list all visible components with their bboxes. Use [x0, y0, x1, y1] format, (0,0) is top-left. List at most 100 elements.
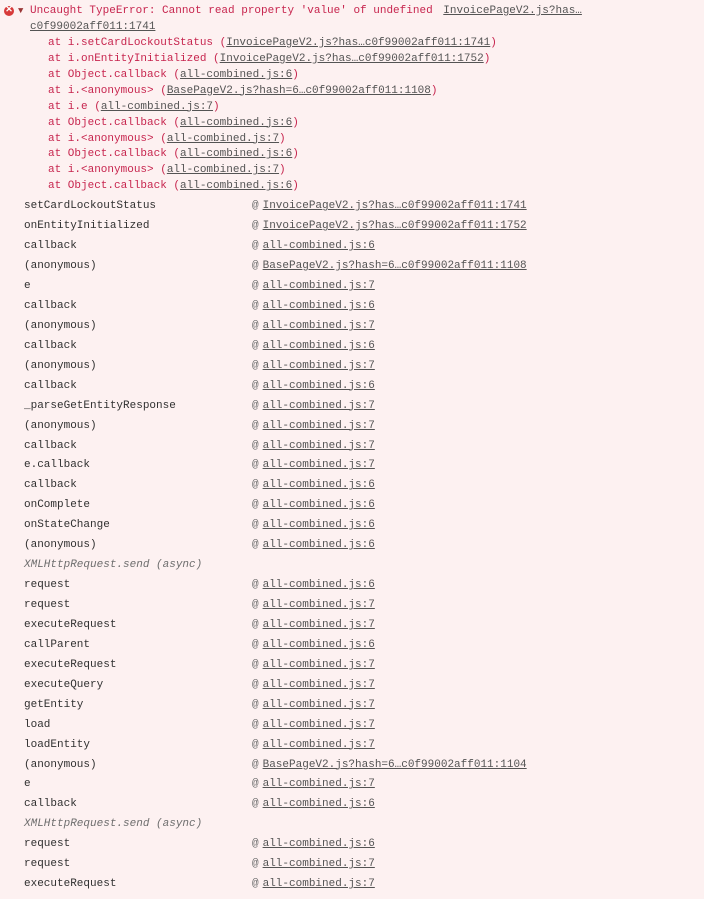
source-link[interactable]: all-combined.js:7 — [263, 679, 375, 691]
at-symbol: @ — [252, 479, 259, 491]
source-link[interactable]: InvoicePageV2.js?has…c0f99002aff011:1741 — [263, 200, 527, 212]
stack-frame-location: @all-combined.js:6 — [252, 518, 375, 534]
inline-stack-suffix: ) — [292, 180, 299, 192]
inline-stack-line: at i.<anonymous> (all-combined.js:7) — [48, 132, 700, 148]
source-link[interactable]: all-combined.js:6 — [263, 579, 375, 591]
source-link[interactable]: all-combined.js:7 — [263, 619, 375, 631]
source-link[interactable]: all-combined.js:7 — [263, 659, 375, 671]
source-link[interactable]: all-combined.js:6 — [263, 240, 375, 252]
source-link[interactable]: all-combined.js:7 — [263, 360, 375, 372]
source-link[interactable]: all-combined.js:7 — [263, 400, 375, 412]
stack-frame-row: onComplete@all-combined.js:6 — [24, 496, 700, 516]
source-link[interactable]: all-combined.js:7 — [101, 101, 213, 113]
stack-frame-row: onEntityInitialized@InvoicePageV2.js?has… — [24, 217, 700, 237]
inline-stack-trace: at i.setCardLockoutStatus (InvoicePageV2… — [48, 36, 700, 195]
stack-frame-row: request@all-combined.js:7 — [24, 596, 700, 616]
collapse-toggle[interactable]: ▼ — [18, 5, 26, 18]
source-link[interactable]: BasePageV2.js?hash=6…c0f99002aff011:1108 — [167, 85, 431, 97]
stack-frame-location: @all-combined.js:7 — [252, 718, 375, 734]
at-symbol: @ — [252, 579, 259, 591]
source-link[interactable]: all-combined.js:6 — [263, 838, 375, 850]
source-link[interactable]: all-combined.js:6 — [263, 639, 375, 651]
source-link[interactable]: all-combined.js:7 — [263, 459, 375, 471]
stack-frame-location: @ all-combined.js:7 — [252, 877, 375, 893]
source-link[interactable]: BasePageV2.js?hash=6…c0f99002aff011:1108 — [263, 260, 527, 272]
source-link[interactable]: all-combined.js:7 — [263, 878, 375, 890]
source-link[interactable]: BasePageV2.js?hash=6…c0f99002aff011:1104 — [263, 759, 527, 771]
stack-frame-location: @ all-combined.js:7 — [252, 319, 375, 335]
source-link[interactable]: all-combined.js:7 — [167, 164, 279, 176]
source-link[interactable]: all-combined.js:7 — [263, 320, 375, 332]
at-symbol: @ — [252, 858, 259, 870]
at-symbol: @ — [252, 798, 259, 810]
at-symbol: @ — [252, 878, 259, 890]
stack-frame-row: (anonymous)@BasePageV2.js?hash=6…c0f9900… — [24, 756, 700, 776]
stack-frame-row: setCardLockoutStatus@InvoicePageV2.js?ha… — [24, 197, 700, 217]
at-symbol: @ — [252, 699, 259, 711]
stack-frame-location: @ all-combined.js:6 — [252, 638, 375, 654]
inline-stack-prefix: at i.<anonymous> ( — [48, 164, 167, 176]
stack-frame-row: _parseGetEntityResponse@all-combined.js:… — [24, 397, 700, 417]
inline-stack-prefix: at i.onEntityInitialized ( — [48, 53, 220, 65]
source-link[interactable]: all-combined.js:6 — [263, 798, 375, 810]
source-link[interactable]: all-combined.js:6 — [263, 539, 375, 551]
source-link[interactable]: all-combined.js:7 — [263, 599, 375, 611]
source-link[interactable]: all-combined.js:6 — [263, 380, 375, 392]
source-link[interactable]: all-combined.js:7 — [263, 280, 375, 292]
source-link[interactable]: all-combined.js:6 — [180, 148, 292, 160]
source-link[interactable]: all-combined.js:6 — [180, 180, 292, 192]
stack-frame-location: @ all-combined.js:6 — [252, 578, 375, 594]
source-link[interactable]: all-combined.js:7 — [263, 420, 375, 432]
stack-frame-row: getEntity@all-combined.js:7 — [24, 696, 700, 716]
stack-frame-location: @all-combined.js:7 — [252, 658, 375, 674]
inline-stack-suffix: ) — [279, 133, 286, 145]
source-link[interactable]: all-combined.js:6 — [263, 519, 375, 531]
source-link[interactable]: all-combined.js:6 — [263, 479, 375, 491]
stack-frame-function: _parseGetEntityResponse — [24, 399, 252, 415]
source-link[interactable]: all-combined.js:7 — [263, 699, 375, 711]
inline-stack-prefix: at i.e ( — [48, 101, 101, 113]
error-header: ✕ ▼ Uncaught TypeError: Cannot read prop… — [4, 4, 700, 36]
stack-frame-function: (anonymous) — [24, 259, 252, 275]
stack-frame-row: e@all-combined.js:7 — [24, 277, 700, 297]
at-symbol: @ — [252, 320, 259, 332]
stack-frame-row: e.callback@all-combined.js:7 — [24, 456, 700, 476]
inline-stack-line: at i.onEntityInitialized (InvoicePageV2.… — [48, 52, 700, 68]
source-link[interactable]: InvoicePageV2.js?has…c0f99002aff011:1752 — [263, 220, 527, 232]
stack-frame-location: @InvoicePageV2.js?has…c0f99002aff011:175… — [252, 219, 527, 235]
inline-stack-suffix: ) — [431, 85, 438, 97]
stack-frame-location: @ all-combined.js:7 — [252, 598, 375, 614]
source-link[interactable]: all-combined.js:7 — [263, 739, 375, 751]
source-link[interactable]: all-combined.js:7 — [263, 719, 375, 731]
stack-frame-function: (anonymous) — [24, 419, 252, 435]
source-link[interactable]: InvoicePageV2.js?has…c0f99002aff011:1741 — [226, 37, 490, 49]
source-link[interactable]: all-combined.js:7 — [263, 778, 375, 790]
source-link[interactable]: all-combined.js:6 — [263, 499, 375, 511]
source-link[interactable]: all-combined.js:6 — [263, 300, 375, 312]
source-link[interactable]: InvoicePageV2.js?has…c0f99002aff011:1752 — [220, 53, 484, 65]
source-link[interactable]: all-combined.js:7 — [263, 858, 375, 870]
stack-frame-location: @ all-combined.js:7 — [252, 857, 375, 873]
stack-frame-row: request@ all-combined.js:6 — [24, 576, 700, 596]
source-link[interactable]: all-combined.js:7 — [263, 440, 375, 452]
source-link[interactable]: all-combined.js:7 — [167, 133, 279, 145]
stack-frame-location: @ all-combined.js:6 — [252, 478, 375, 494]
source-link[interactable]: all-combined.js:6 — [180, 117, 292, 129]
stack-frame-row: load@all-combined.js:7 — [24, 716, 700, 736]
stack-frame-row: callback@all-combined.js:6 — [24, 337, 700, 357]
at-symbol: @ — [252, 639, 259, 651]
source-link[interactable]: all-combined.js:6 — [180, 69, 292, 81]
at-symbol: @ — [252, 599, 259, 611]
stack-frame-location: @ all-combined.js:7 — [252, 439, 375, 455]
source-link[interactable]: all-combined.js:6 — [263, 340, 375, 352]
stack-frame-location: @all-combined.js:7 — [252, 618, 375, 634]
inline-stack-prefix: at Object.callback ( — [48, 117, 180, 129]
stack-frame-function: request — [24, 578, 252, 594]
stack-frame-location: @all-combined.js:6 — [252, 538, 375, 554]
at-symbol: @ — [252, 838, 259, 850]
stack-frame-function: callback — [24, 478, 252, 494]
stack-frame-location: @all-combined.js:7 — [252, 458, 375, 474]
at-symbol: @ — [252, 440, 259, 452]
at-symbol: @ — [252, 240, 259, 252]
stack-frame-location: @BasePageV2.js?hash=6…c0f99002aff011:110… — [252, 259, 527, 275]
